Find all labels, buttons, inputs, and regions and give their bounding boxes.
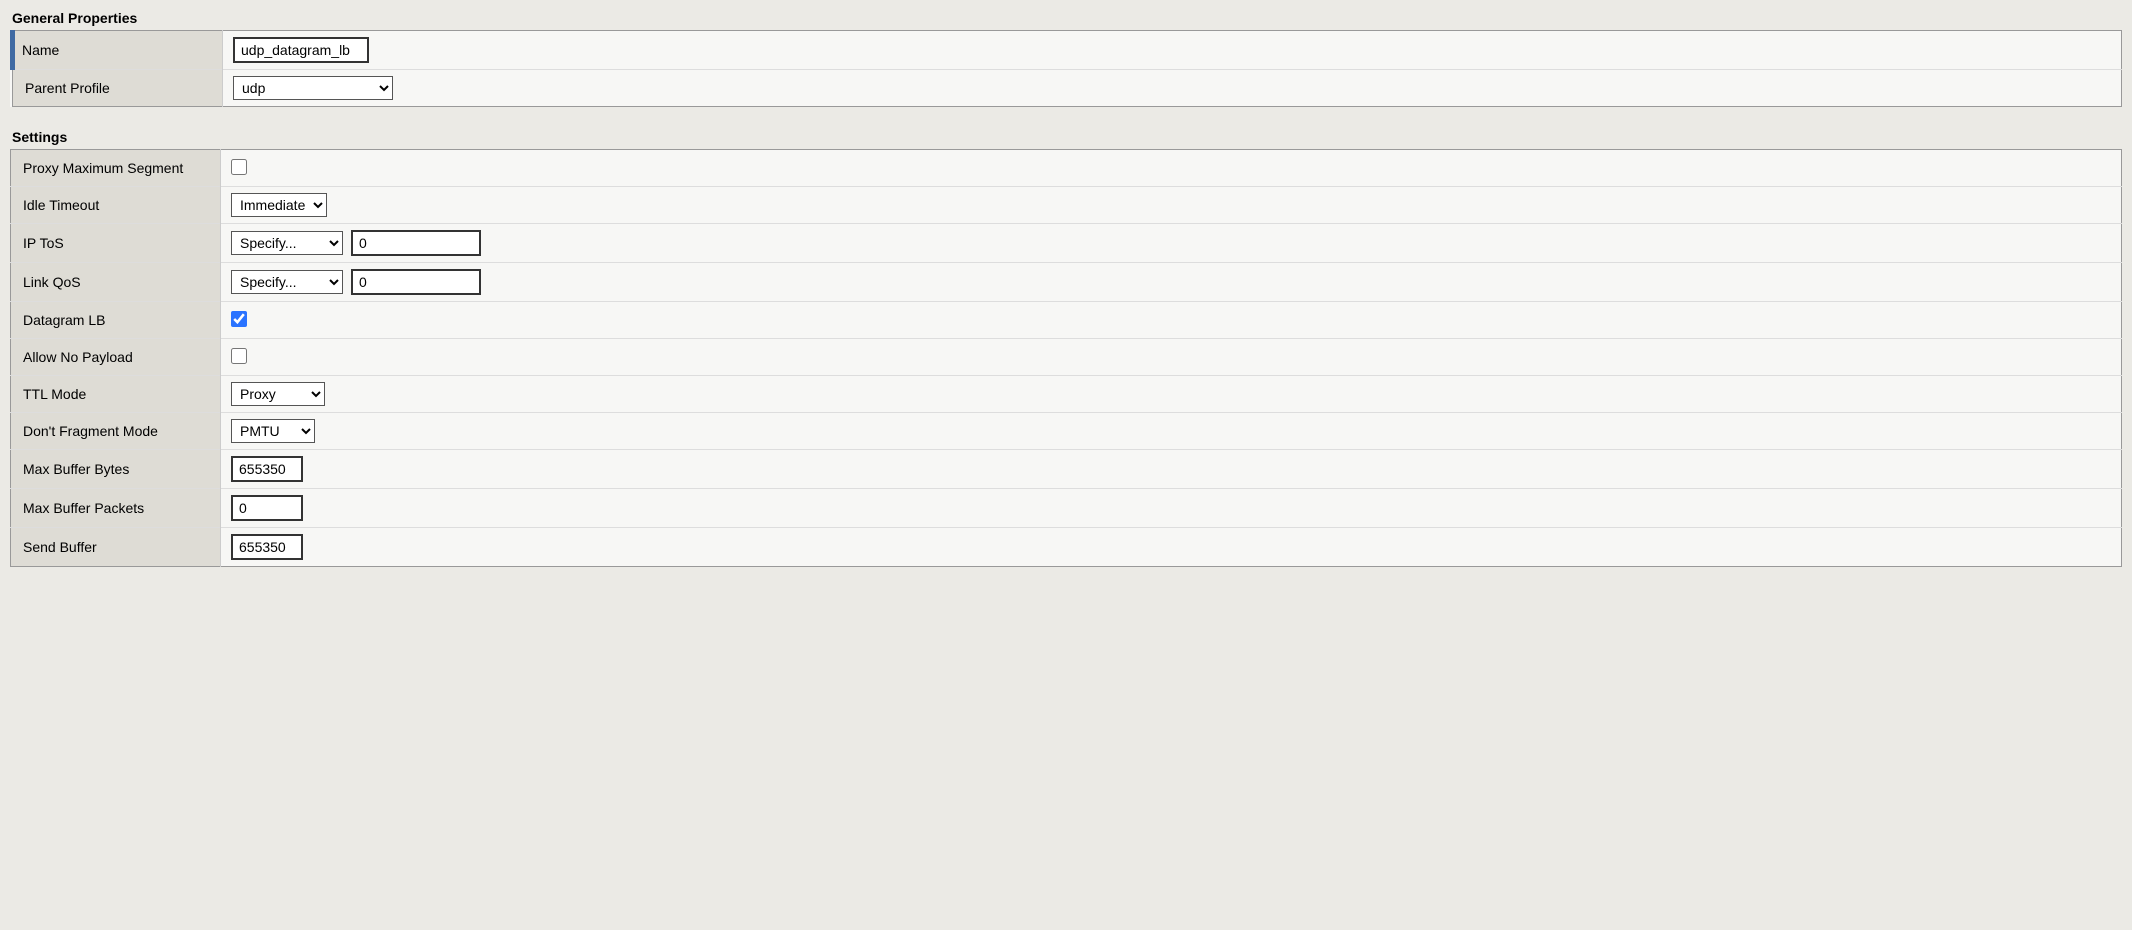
ttl-mode-value-cell: Proxy	[221, 376, 2122, 413]
send-buffer-label: Send Buffer	[11, 528, 221, 567]
send-buffer-row: Send Buffer	[11, 528, 2122, 567]
proxy-max-seg-row: Proxy Maximum Segment	[11, 150, 2122, 187]
send-buffer-value-cell	[221, 528, 2122, 567]
dont-fragment-value-cell: PMTU	[221, 413, 2122, 450]
link-qos-label: Link QoS	[11, 263, 221, 302]
datagram-lb-label: Datagram LB	[11, 302, 221, 339]
allow-no-payload-value-cell	[221, 339, 2122, 376]
proxy-max-seg-value-cell	[221, 150, 2122, 187]
max-buffer-packets-label: Max Buffer Packets	[11, 489, 221, 528]
proxy-max-seg-label: Proxy Maximum Segment	[11, 150, 221, 187]
dont-fragment-select[interactable]: PMTU	[231, 419, 315, 443]
link-qos-value-input[interactable]	[351, 269, 481, 295]
max-buffer-packets-row: Max Buffer Packets	[11, 489, 2122, 528]
link-qos-value-cell: Specify...	[221, 263, 2122, 302]
ttl-mode-label: TTL Mode	[11, 376, 221, 413]
max-buffer-packets-input[interactable]	[231, 495, 303, 521]
idle-timeout-label: Idle Timeout	[11, 187, 221, 224]
max-buffer-packets-value-cell	[221, 489, 2122, 528]
max-buffer-bytes-label: Max Buffer Bytes	[11, 450, 221, 489]
name-value-cell	[223, 31, 2122, 70]
idle-timeout-row: Idle Timeout Immediate	[11, 187, 2122, 224]
general-properties-title: General Properties	[10, 10, 2122, 26]
ttl-mode-select[interactable]: Proxy	[231, 382, 325, 406]
ip-tos-value-cell: Specify...	[221, 224, 2122, 263]
settings-title: Settings	[10, 129, 2122, 145]
proxy-max-seg-checkbox[interactable]	[231, 159, 247, 175]
idle-timeout-select[interactable]: Immediate	[231, 193, 327, 217]
dont-fragment-row: Don't Fragment Mode PMTU	[11, 413, 2122, 450]
max-buffer-bytes-value-cell	[221, 450, 2122, 489]
ip-tos-value-input[interactable]	[351, 230, 481, 256]
link-qos-mode-select[interactable]: Specify...	[231, 270, 343, 294]
parent-profile-row: Parent Profile udp	[13, 70, 2122, 107]
max-buffer-bytes-row: Max Buffer Bytes	[11, 450, 2122, 489]
datagram-lb-row: Datagram LB	[11, 302, 2122, 339]
parent-profile-label: Parent Profile	[13, 70, 223, 107]
ip-tos-row: IP ToS Specify...	[11, 224, 2122, 263]
idle-timeout-value-cell: Immediate	[221, 187, 2122, 224]
allow-no-payload-label: Allow No Payload	[11, 339, 221, 376]
parent-profile-select[interactable]: udp	[233, 76, 393, 100]
send-buffer-input[interactable]	[231, 534, 303, 560]
max-buffer-bytes-input[interactable]	[231, 456, 303, 482]
name-row: Name	[13, 31, 2122, 70]
link-qos-row: Link QoS Specify...	[11, 263, 2122, 302]
parent-profile-value-cell: udp	[223, 70, 2122, 107]
general-properties-table: Name Parent Profile udp	[10, 30, 2122, 107]
datagram-lb-value-cell	[221, 302, 2122, 339]
ip-tos-mode-select[interactable]: Specify...	[231, 231, 343, 255]
name-input[interactable]	[233, 37, 369, 63]
name-label: Name	[13, 31, 223, 70]
allow-no-payload-checkbox[interactable]	[231, 348, 247, 364]
datagram-lb-checkbox[interactable]	[231, 311, 247, 327]
allow-no-payload-row: Allow No Payload	[11, 339, 2122, 376]
dont-fragment-label: Don't Fragment Mode	[11, 413, 221, 450]
settings-table: Proxy Maximum Segment Idle Timeout Immed…	[10, 149, 2122, 567]
ip-tos-label: IP ToS	[11, 224, 221, 263]
ttl-mode-row: TTL Mode Proxy	[11, 376, 2122, 413]
